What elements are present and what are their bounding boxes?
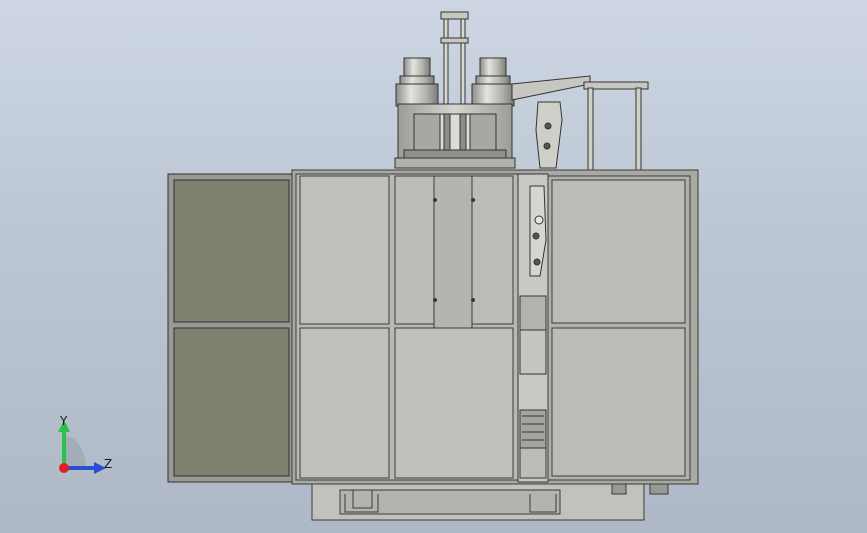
inner-mechanism	[517, 173, 549, 483]
y-axis-label: Y	[59, 414, 68, 428]
machine-base	[311, 483, 669, 521]
top-actuator-assembly	[394, 11, 649, 171]
x-axis-dot-icon	[59, 463, 69, 473]
left-door[interactable]	[167, 173, 295, 483]
z-axis-label: Z	[104, 457, 112, 471]
machine-model-front-view[interactable]	[0, 0, 867, 533]
cad-viewport[interactable]: Y Z	[0, 0, 867, 533]
right-door[interactable]	[547, 175, 691, 481]
triad-plane	[64, 436, 86, 466]
axis-triad: Y Z	[58, 414, 112, 474]
